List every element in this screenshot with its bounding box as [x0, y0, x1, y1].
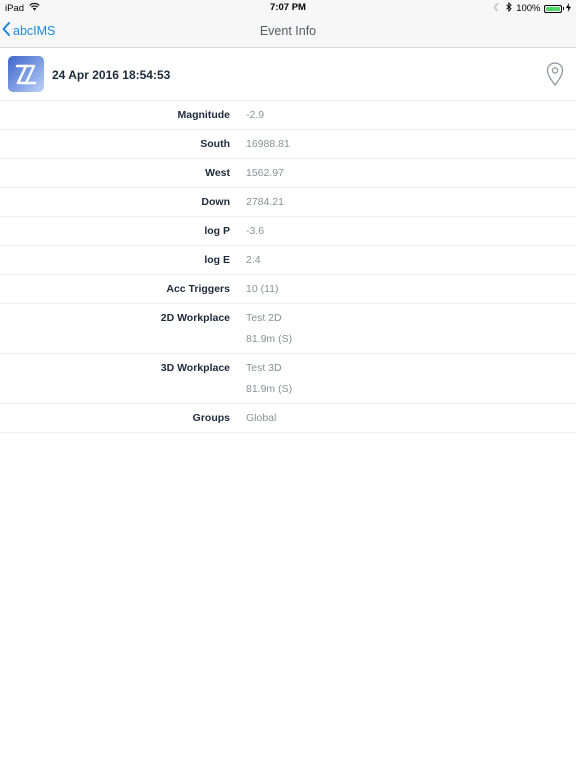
detail-value: 16988.81: [246, 138, 290, 150]
detail-row: South 16988.81: [0, 130, 576, 159]
detail-row: Down 2784.21: [0, 188, 576, 217]
detail-value: 2784.21: [246, 196, 284, 208]
battery-cap: [562, 7, 564, 10]
do-not-disturb-icon: ☾: [493, 3, 503, 14]
navigation-bar: abcIMS Event Info: [0, 16, 576, 48]
charging-icon: [566, 3, 571, 14]
detail-label: Down: [201, 196, 230, 208]
detail-row: Magnitude -2.9: [0, 101, 576, 130]
detail-row: log P -3.6: [0, 217, 576, 246]
detail-row: log E 2.4: [0, 246, 576, 275]
detail-label: 3D Workplace: [160, 362, 230, 374]
status-time: 7:07 PM: [270, 2, 306, 13]
status-bar: iPad 7:07 PM ☾ 100%: [0, 0, 576, 16]
detail-label: log E: [204, 254, 230, 266]
status-right: ☾ 100%: [493, 1, 571, 15]
detail-label: 2D Workplace: [160, 312, 230, 324]
detail-label: West: [205, 167, 230, 179]
detail-label: Groups: [192, 412, 230, 424]
detail-row: 3D Workplace Test 3D 81.9m (S): [0, 354, 576, 404]
detail-value: 1562.97: [246, 167, 284, 179]
detail-row: West 1562.97: [0, 159, 576, 188]
battery-percent: 100%: [516, 3, 541, 14]
detail-value: -2.9: [246, 109, 265, 121]
detail-label: Magnitude: [177, 109, 231, 121]
detail-label: South: [200, 138, 230, 150]
event-timestamp: 24 Apr 2016 18:54:53: [52, 68, 171, 82]
bluetooth-icon: [506, 1, 512, 15]
event-details-list: Magnitude -2.9 South 16988.81 West 1562.97 Dow…: [0, 101, 576, 433]
detail-value: 10 (11): [246, 283, 279, 295]
page-title: Event Info: [259, 24, 317, 38]
detail-value: Test 3D: [246, 362, 282, 374]
detail-value: -3.6: [246, 225, 265, 237]
battery-icon: [543, 4, 562, 13]
battery-fill: [545, 6, 560, 11]
event-header: 24 Apr 2016 18:54:53: [0, 48, 576, 101]
detail-value: 2.4: [246, 254, 261, 266]
map-pin-icon[interactable]: [546, 62, 564, 91]
detail-label: log P: [204, 225, 230, 237]
detail-value: Test 2D: [246, 312, 282, 324]
detail-row: Groups Global: [0, 404, 576, 433]
detail-label: Acc Triggers: [166, 283, 230, 295]
detail-value: Global: [246, 412, 277, 424]
detail-row: Acc Triggers 10 (11): [0, 275, 576, 304]
zz-logo-icon: [8, 56, 44, 92]
detail-row: 2D Workplace Test 2D 81.9m (S): [0, 304, 576, 354]
detail-value: 81.9m (S): [246, 333, 293, 345]
detail-value: 81.9m (S): [246, 383, 293, 395]
